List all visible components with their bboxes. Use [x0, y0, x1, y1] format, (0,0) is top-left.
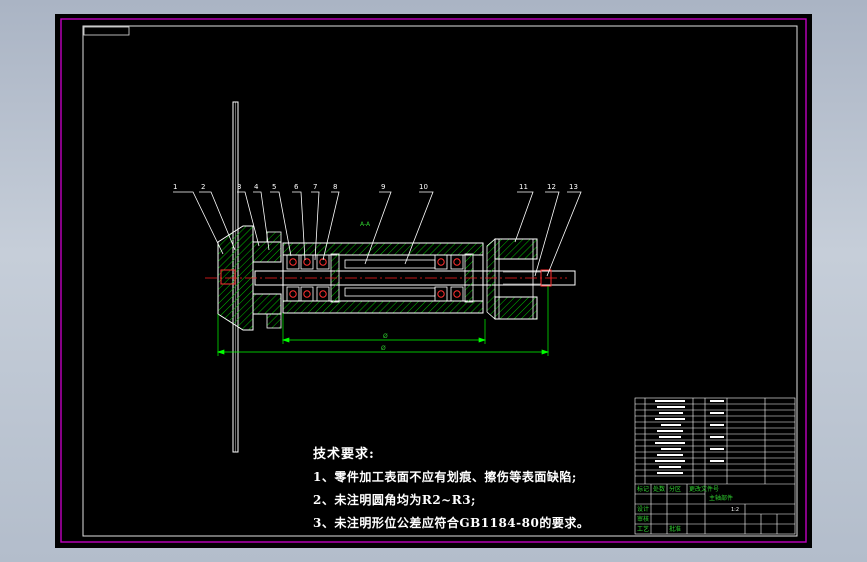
part-label: 7 [313, 183, 317, 191]
notes-title: 技术要求: [313, 447, 375, 462]
part-label: 13 [569, 183, 578, 191]
part-label: 3 [237, 183, 241, 191]
svg-text:审核: 审核 [637, 515, 649, 523]
part-label: 2 [201, 183, 205, 191]
corner-code-box [83, 26, 130, 36]
part-label: 8 [333, 183, 337, 191]
title-block-drawing-name: 主轴部件 [709, 494, 733, 502]
section-mark-text: A-A [360, 221, 371, 228]
svg-text:工艺: 工艺 [637, 525, 649, 533]
part-label: 5 [272, 183, 276, 191]
svg-text:处数: 处数 [653, 485, 665, 493]
part-label: 10 [419, 183, 428, 191]
svg-text:批准: 批准 [669, 525, 681, 533]
parts-list-entries [655, 400, 724, 474]
title-block-green-cells: 标记 处数 分区 更改文件号 设计 审核 工艺 批准 [637, 485, 719, 533]
part-number-labels: 1 2 3 4 5 6 7 8 9 10 11 12 13 [173, 183, 578, 191]
notes-line: 2、未注明圆角均为R2~R3; [313, 493, 476, 507]
svg-text:设计: 设计 [637, 505, 649, 513]
svg-text:分区: 分区 [669, 485, 681, 493]
notes-line: 3、未注明形位公差应符合GB1184-80的要求。 [313, 516, 590, 530]
housing-dimension-text: Ø [383, 333, 388, 340]
notes-line: 1、零件加工表面不应有划痕、擦伤等表面缺陷; [313, 470, 577, 484]
part-label: 1 [173, 183, 177, 191]
svg-text:标记: 标记 [637, 485, 649, 493]
svg-text:更改文件号: 更改文件号 [689, 485, 719, 493]
pulley [486, 238, 552, 320]
part-label: 9 [381, 183, 385, 191]
cad-viewport[interactable]: Ø Ø A-A 1 2 3 4 5 6 7 8 9 10 11 12 13 主轴… [55, 14, 812, 548]
part-label: 6 [294, 183, 299, 191]
overall-dimension-text: Ø [381, 345, 386, 352]
part-label: 12 [547, 183, 556, 191]
part-label: 4 [254, 183, 259, 191]
title-block-scale: 1:2 [731, 507, 739, 513]
part-label: 11 [519, 183, 528, 191]
technical-requirements: 技术要求: 1、零件加工表面不应有划痕、擦伤等表面缺陷; 2、未注明圆角均为R2… [313, 443, 589, 537]
